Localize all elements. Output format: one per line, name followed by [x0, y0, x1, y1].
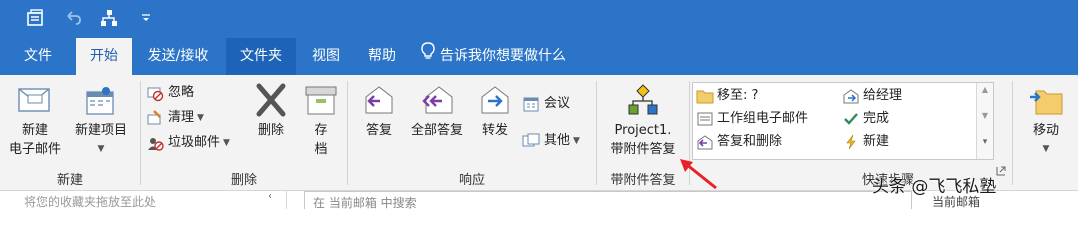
tab-help[interactable]: 帮助 — [356, 38, 408, 75]
archive-icon — [298, 83, 344, 121]
tab-folder[interactable]: 文件夹 — [226, 38, 296, 75]
reply-all-label: 全部答复 — [410, 123, 463, 138]
group-divider — [1012, 81, 1013, 185]
favorites-hint: 将您的收藏夹拖放至此处 — [24, 195, 157, 209]
junk-label: 垃圾邮件 — [168, 135, 221, 150]
reply-icon — [356, 83, 402, 121]
customize-toolbar-icon[interactable] — [136, 8, 156, 28]
meeting-icon — [522, 95, 544, 113]
quick-step-move-to-label: 移至: ? — [717, 88, 759, 103]
new-items-button[interactable]: 新建项目 ▼ — [68, 83, 134, 159]
quick-step-done[interactable]: 完成 — [839, 109, 889, 129]
reply-all-button[interactable]: 全部答复 — [404, 83, 470, 140]
gallery-more-icon[interactable]: ▾ — [977, 137, 993, 147]
quick-step-to-manager-label: 给经理 — [863, 88, 903, 103]
junk-dropdown-icon: ▼ — [223, 138, 230, 148]
scroll-down-icon[interactable]: ▼ — [977, 111, 993, 120]
group-label-respond: 响应 — [458, 173, 485, 188]
to-manager-icon — [839, 88, 863, 104]
org-chart-icon[interactable] — [96, 8, 122, 28]
more-respond-dropdown-icon: ▼ — [573, 136, 580, 146]
team-email-icon — [693, 111, 717, 127]
new-email-button[interactable]: 新建 电子邮件 — [4, 83, 66, 159]
quick-steps-scrollbar[interactable]: ▲ ▼ ▾ — [976, 83, 993, 159]
ribbon-tab-bar: 文件 开始 发送/接收 文件夹 视图 帮助 告诉我你想要做什么 — [0, 38, 1078, 75]
scroll-up-icon[interactable]: ▲ — [977, 85, 993, 94]
cleanup-button[interactable]: 清理 ▼ — [146, 108, 204, 128]
archive-label-2: 档 — [314, 142, 328, 157]
tab-home[interactable]: 开始 — [76, 38, 132, 75]
tab-view[interactable]: 视图 — [300, 38, 352, 75]
quick-step-to-manager[interactable]: 给经理 — [839, 86, 902, 106]
tab-send-receive[interactable]: 发送/接收 — [136, 38, 220, 75]
tell-me-label: 告诉我你想要做什么 — [440, 48, 566, 64]
watermark: 头条 @飞飞私塾 — [872, 177, 997, 197]
new-email-label-2: 电子邮件 — [8, 142, 61, 157]
delete-label: 删除 — [257, 123, 284, 138]
quick-step-new[interactable]: 新建 — [839, 132, 889, 152]
new-email-label-1: 新建 — [21, 123, 48, 138]
forward-label: 转发 — [481, 123, 508, 138]
ignore-button[interactable]: 忽略 — [146, 83, 194, 103]
more-respond-label: 其他 — [544, 133, 571, 148]
send-receive-all-icon[interactable] — [22, 8, 48, 28]
new-items-icon — [68, 83, 134, 121]
cleanup-icon — [146, 109, 168, 127]
delete-icon — [246, 83, 296, 121]
undo-icon[interactable] — [60, 8, 86, 28]
new-items-label: 新建项目 — [74, 123, 127, 138]
cleanup-label: 清理 — [168, 110, 195, 125]
reply-all-icon — [404, 83, 470, 121]
meeting-label: 会议 — [544, 96, 571, 111]
reply-delete-icon — [693, 134, 717, 150]
quick-step-reply-delete[interactable]: 答复和删除 — [693, 132, 782, 152]
quick-step-team-email-label: 工作组电子邮件 — [717, 111, 809, 126]
junk-icon — [146, 134, 168, 152]
reply-button[interactable]: 答复 — [356, 83, 402, 140]
forward-icon — [472, 83, 518, 121]
cleanup-dropdown-icon: ▼ — [197, 113, 204, 123]
checkmark-icon — [839, 111, 863, 127]
lightning-icon — [839, 134, 863, 150]
move-button[interactable]: 移动 ▼ — [1018, 83, 1074, 159]
tell-me-box[interactable]: 告诉我你想要做什么 — [420, 38, 590, 75]
addin-label-1: Project1. — [614, 123, 672, 138]
ignore-icon — [146, 84, 168, 102]
search-placeholder: 在 当前邮箱 中搜索 — [313, 196, 417, 209]
move-dropdown-icon: ▼ — [1042, 144, 1050, 154]
junk-button[interactable]: 垃圾邮件 ▼ — [146, 133, 230, 153]
quick-step-team-email[interactable]: 工作组电子邮件 — [693, 109, 808, 129]
quick-access-toolbar — [0, 0, 1078, 38]
tab-file[interactable]: 文件 — [10, 38, 66, 75]
archive-label-1: 存 — [314, 123, 328, 138]
search-input[interactable]: 在 当前邮箱 中搜索 — [304, 191, 912, 209]
forward-button[interactable]: 转发 — [472, 83, 518, 140]
more-respond-icon — [522, 132, 544, 150]
reply-label: 答复 — [365, 123, 392, 138]
project1-reply-with-attachment-button[interactable]: Project1. 带附件答复 — [600, 83, 686, 159]
group-label-new: 新建 — [56, 173, 83, 188]
quick-step-done-label: 完成 — [863, 111, 890, 126]
quick-steps-gallery: 移至: ? 工作组电子邮件 答复和删除 给经理 完成 新建 ▲ ▼ ▾ — [692, 82, 994, 160]
move-label: 移动 — [1032, 123, 1059, 138]
group-label-delete: 删除 — [230, 173, 257, 188]
new-items-dropdown-icon: ▼ — [97, 144, 105, 154]
move-folder-icon — [1018, 83, 1074, 121]
folder-icon — [693, 88, 717, 104]
lightbulb-icon — [420, 38, 436, 75]
collapse-pane-icon[interactable]: ‹ — [268, 191, 272, 202]
quick-step-new-label: 新建 — [863, 134, 890, 149]
new-email-icon — [4, 83, 66, 121]
quick-step-move-to[interactable]: 移至: ? — [693, 86, 758, 106]
delete-button[interactable]: 删除 — [246, 83, 296, 140]
archive-button[interactable]: 存 档 — [298, 83, 344, 159]
flowchart-icon — [600, 83, 686, 121]
pane-divider — [286, 191, 287, 209]
more-respond-button[interactable]: 其他 ▼ — [522, 131, 580, 151]
annotation-arrow — [680, 159, 717, 190]
ignore-label: 忽略 — [168, 85, 195, 100]
meeting-button[interactable]: 会议 — [522, 94, 570, 114]
quick-step-reply-delete-label: 答复和删除 — [717, 134, 783, 149]
